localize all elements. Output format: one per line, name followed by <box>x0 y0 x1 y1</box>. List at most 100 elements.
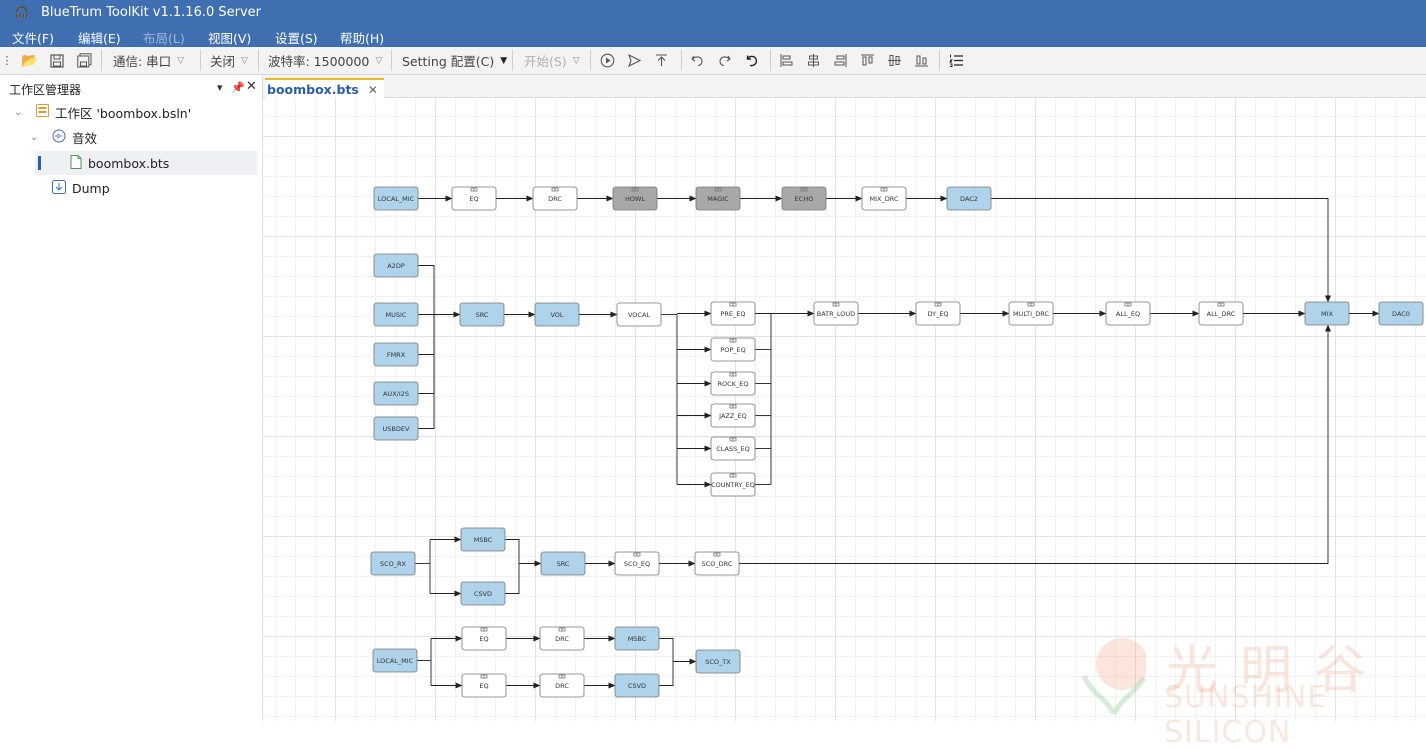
audio-graph: LOCAL_MIC EQ DRC HOWL MAGIC ECHO MIX_DRC DAC2 A2… <box>370 186 1424 698</box>
tree-item-file[interactable]: boombox.bts <box>35 151 257 175</box>
chevron-down-icon: ▼ <box>500 55 508 66</box>
node-pop[interactable]: POP_EQ <box>710 337 756 362</box>
status-flag-icon <box>883 187 888 192</box>
node-src2[interactable]: SRC <box>540 551 586 576</box>
node-batr[interactable]: BATR_LOUD <box>813 301 859 326</box>
node-alleq[interactable]: ALL_EQ <box>1105 301 1151 326</box>
node-pre[interactable]: PRE_EQ <box>710 301 756 326</box>
close-dropdown[interactable]: 关闭 ▽ <box>210 52 248 69</box>
chevron-down-icon: ▽ <box>241 55 248 66</box>
align-right-icon[interactable] <box>830 51 850 70</box>
node-scotx[interactable]: SCO_TX <box>695 649 741 674</box>
node-src1[interactable]: SRC <box>459 302 505 327</box>
play-icon[interactable] <box>597 51 617 70</box>
node-label: MAGIC <box>707 195 729 203</box>
status-flag-icon <box>800 187 805 192</box>
align-center-icon[interactable] <box>803 51 823 70</box>
node-mix[interactable]: MIX <box>1304 301 1350 326</box>
menu-layout[interactable]: 布局(L) <box>143 28 185 47</box>
node-lmic2[interactable]: LOCAL_MIC <box>372 648 418 673</box>
node-eq2[interactable]: EQ <box>461 626 507 651</box>
graph-edges <box>415 195 1380 689</box>
tree-item-workspace[interactable]: ⌄ 工作区 'boombox.bsln' <box>14 100 191 124</box>
tree-item-group[interactable]: ⌄ 音效 <box>30 125 97 149</box>
node-music[interactable]: MUSIC <box>373 302 419 327</box>
open-folder-icon[interactable]: 📂 <box>20 51 40 70</box>
node-scodrc[interactable]: SCO_DRC <box>694 551 740 576</box>
tree-label-file: boombox.bts <box>88 155 170 171</box>
comm-dropdown[interactable]: 通信: 串口 ▽ <box>113 52 184 69</box>
menu-settings[interactable]: 设置(S) <box>275 28 318 47</box>
list-numbered-icon[interactable] <box>946 51 966 70</box>
node-jazz[interactable]: JAZZ_EQ <box>710 403 756 428</box>
send-icon[interactable] <box>624 51 644 70</box>
baud-dropdown[interactable]: 波特率: 1500000 ▽ <box>268 52 382 69</box>
align-left-icon[interactable] <box>776 51 796 70</box>
node-lmic[interactable]: LOCAL_MIC <box>373 186 419 211</box>
node-label: MSBC <box>628 635 647 643</box>
node-drc2[interactable]: DRC <box>539 626 585 651</box>
node-mdrc[interactable]: MULTI_DRC <box>1008 301 1054 326</box>
reset-icon[interactable] <box>741 51 761 70</box>
menu-view[interactable]: 视图(V) <box>208 28 251 47</box>
node-alldrc[interactable]: ALL_DRC <box>1198 301 1244 326</box>
status-flag-icon <box>636 552 641 557</box>
align-bottom-icon[interactable] <box>911 51 931 70</box>
redo-icon[interactable] <box>714 51 734 70</box>
save-icon[interactable] <box>47 51 67 70</box>
node-msbc1[interactable]: MSBC <box>460 527 506 552</box>
setting-dropdown[interactable]: Setting 配置(C) ▼ <box>402 52 507 69</box>
node-csvd2[interactable]: CSVD <box>614 673 660 698</box>
node-scorx[interactable]: SCO_RX <box>370 551 416 576</box>
panel-menu-icon[interactable]: ▾ <box>217 81 223 94</box>
node-csvd1[interactable]: CSVD <box>460 581 506 606</box>
node-dac0[interactable]: DAC0 <box>1378 301 1424 326</box>
align-middle-icon[interactable] <box>884 51 904 70</box>
status-flag-icon <box>714 187 719 192</box>
node-echo[interactable]: ECHO <box>781 186 827 211</box>
undo-icon[interactable] <box>687 51 707 70</box>
upload-icon[interactable] <box>651 51 671 70</box>
node-dyeq[interactable]: DY_EQ <box>915 301 961 326</box>
menu-edit[interactable]: 编辑(E) <box>78 28 121 47</box>
node-label: ROCK_EQ <box>718 380 749 388</box>
tree-item-dump[interactable]: Dump <box>52 176 110 200</box>
node-mixdrc[interactable]: MIX_DRC <box>861 186 907 211</box>
node-scoeq[interactable]: SCO_EQ <box>614 551 660 576</box>
pin-icon[interactable]: 📌 <box>231 81 245 94</box>
node-eq3[interactable]: EQ <box>461 673 507 698</box>
graph-canvas[interactable]: LOCAL_MIC EQ DRC HOWL MAGIC ECHO MIX_DRC DAC2 A2… <box>263 98 1426 721</box>
menu-file[interactable]: 文件(F) <box>12 28 54 47</box>
menu-help[interactable]: 帮助(H) <box>340 28 384 47</box>
node-msbc2[interactable]: MSBC <box>614 626 660 651</box>
align-top-icon[interactable] <box>857 51 877 70</box>
node-dac2[interactable]: DAC2 <box>946 186 992 211</box>
node-rock[interactable]: ROCK_EQ <box>710 371 756 396</box>
save-all-icon[interactable] <box>74 51 94 70</box>
node-howl[interactable]: HOWL <box>612 186 658 211</box>
node-magic[interactable]: MAGIC <box>695 186 741 211</box>
node-drc1[interactable]: DRC <box>532 186 578 211</box>
node-vol[interactable]: VOL <box>534 302 580 327</box>
close-tab-icon[interactable]: ✕ <box>368 83 378 97</box>
toolbar-separator <box>939 50 940 71</box>
node-aux[interactable]: AUX/I2S <box>373 381 419 406</box>
status-flag-icon <box>634 187 639 192</box>
toolbar-separator <box>770 50 771 71</box>
tab-boombox[interactable]: boombox.bts ✕ <box>265 78 384 99</box>
connection-line <box>418 314 435 429</box>
node-drc3[interactable]: DRC <box>539 673 585 698</box>
node-eq1[interactable]: EQ <box>451 186 497 211</box>
node-label: LOCAL_MIC <box>377 657 414 665</box>
node-label: DRC <box>555 635 569 643</box>
node-class[interactable]: CLASS_EQ <box>710 436 756 461</box>
node-fmrx[interactable]: FMRX <box>373 342 419 367</box>
status-flag-icon <box>561 627 566 632</box>
start-dropdown[interactable]: 开始(S) ▽ <box>524 52 580 69</box>
close-icon[interactable]: ✕ <box>246 79 257 94</box>
node-label: MUSIC <box>386 311 407 319</box>
node-vocal[interactable]: VOCAL <box>616 302 662 327</box>
node-usb[interactable]: USBDEV <box>373 416 419 441</box>
node-a2dp[interactable]: A2DP <box>373 253 419 278</box>
node-country[interactable]: COUNTRY_EQ <box>710 472 756 497</box>
